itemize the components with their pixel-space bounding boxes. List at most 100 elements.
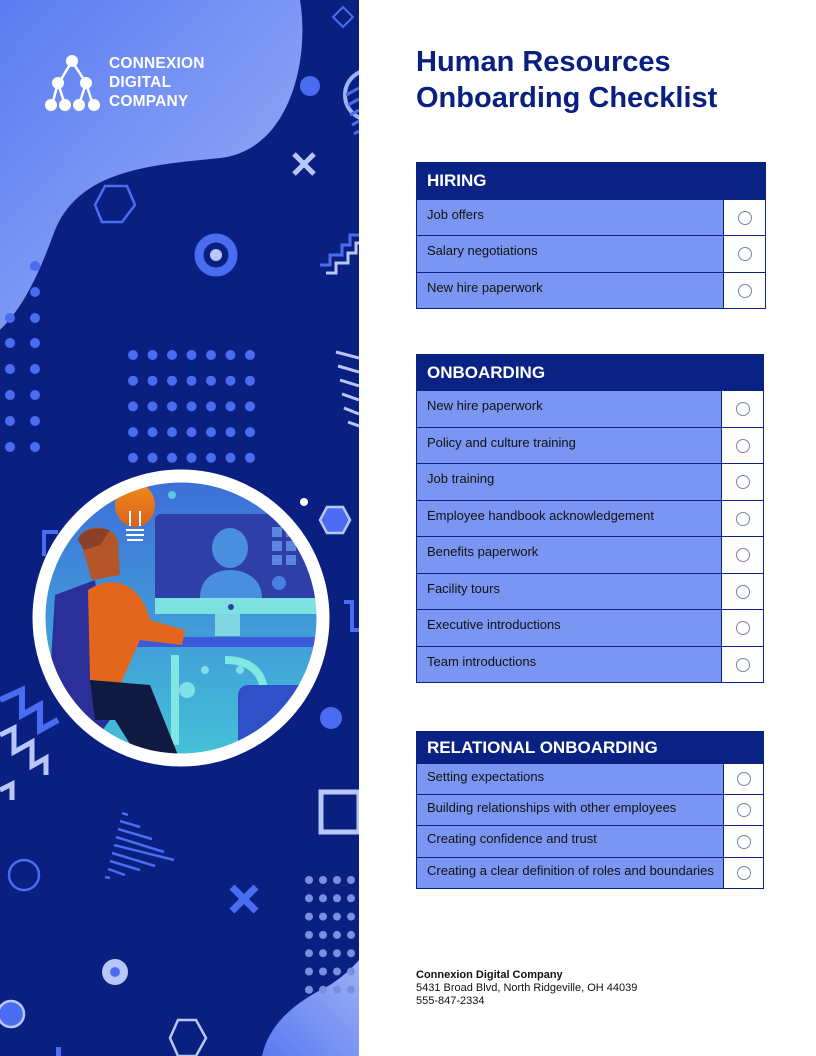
circle-checkbox-icon[interactable]	[735, 402, 750, 416]
item-label: Building relationships with other employ…	[417, 795, 724, 825]
section-heading: RELATIONAL ONBOARDING	[416, 731, 764, 764]
decor-dot	[319, 912, 327, 921]
item-label: Policy and culture training	[417, 428, 722, 463]
decor-dot	[305, 949, 313, 958]
decor-dot	[147, 375, 158, 386]
page-title: Human Resources Onboarding Checklist	[416, 44, 796, 116]
decor-dot	[333, 876, 341, 884]
circle-checkbox-icon[interactable]	[735, 657, 750, 672]
decor-dot	[167, 350, 177, 360]
checkbox[interactable]	[722, 537, 763, 573]
decor-dot	[245, 401, 255, 412]
decor-dot	[333, 949, 341, 958]
footer-contact: Connexion Digital Company 5431 Broad Blv…	[416, 969, 637, 1008]
circle-checkbox-icon[interactable]	[735, 438, 750, 453]
circle-checkbox-icon[interactable]	[737, 283, 752, 298]
x-shape	[292, 152, 316, 176]
decor-dot	[128, 427, 138, 438]
checkbox[interactable]	[722, 610, 763, 646]
decor-dot	[245, 452, 255, 463]
decor-dot	[186, 427, 197, 438]
footer-address: 5431 Broad Blvd, North Ridgeville, OH 44…	[416, 982, 638, 994]
item-label: Executive introductions	[417, 610, 722, 646]
decor-dot	[347, 894, 355, 903]
circle-checkbox-icon[interactable]	[736, 834, 751, 849]
checkbox[interactable]	[722, 391, 763, 427]
circle-checkbox-icon[interactable]	[735, 548, 750, 562]
item-label: Job offers	[417, 200, 724, 235]
circle-checkbox-icon[interactable]	[737, 247, 752, 261]
decor-dot	[347, 949, 355, 958]
decor-dot	[347, 985, 355, 994]
decor-dot	[225, 350, 236, 360]
checkbox[interactable]	[724, 795, 763, 825]
section-hiring: HIRING Job offers Salary negotiations Ne…	[416, 162, 766, 309]
checkbox[interactable]	[722, 574, 763, 609]
decor-dot	[206, 375, 216, 386]
checkbox[interactable]	[722, 428, 763, 463]
company-name-line: CONNEXION	[109, 55, 205, 72]
decor-dot	[147, 427, 158, 438]
circle-checkbox-icon[interactable]	[735, 584, 750, 599]
checklist-row: Policy and culture training	[416, 428, 764, 464]
checkbox[interactable]	[724, 236, 765, 272]
checkbox[interactable]	[724, 764, 763, 794]
decor-dot	[347, 967, 355, 976]
decor-dot	[245, 350, 255, 360]
decor-dot	[333, 894, 341, 903]
decor-dot	[206, 401, 216, 412]
decor-dot	[319, 985, 327, 994]
checklist-row: Job offers	[416, 200, 766, 236]
decor-dot	[319, 930, 327, 939]
circle-checkbox-icon[interactable]	[737, 210, 752, 225]
decor-dot	[319, 967, 327, 976]
decor-dot	[333, 912, 341, 921]
decor-dot	[305, 912, 313, 921]
checklist-row: Setting expectations	[416, 764, 764, 795]
decor-dot	[147, 401, 158, 412]
checklist-row: Building relationships with other employ…	[416, 795, 764, 826]
circle-checkbox-icon[interactable]	[736, 866, 751, 880]
checklist-row: Job training	[416, 464, 764, 501]
decor-dot	[333, 967, 341, 976]
checkbox[interactable]	[722, 464, 763, 500]
circle-checkbox-icon[interactable]	[736, 772, 751, 786]
org-tree-icon	[45, 55, 100, 111]
item-label: Creating confidence and trust	[417, 826, 724, 857]
decor-dot	[225, 401, 236, 412]
checkbox[interactable]	[724, 826, 763, 857]
title-line: Onboarding Checklist	[416, 82, 718, 114]
section-onboarding: ONBOARDING New hire paperwork Policy and…	[416, 354, 764, 683]
decor-dot	[167, 375, 177, 386]
circle-checkbox-icon[interactable]	[735, 621, 750, 635]
checkbox[interactable]	[724, 858, 763, 888]
decorative-shapes	[0, 0, 359, 1056]
circle-checkbox-icon[interactable]	[736, 803, 751, 817]
decor-dot	[347, 912, 355, 921]
decor-dot	[128, 452, 138, 463]
checklist-row: Team introductions	[416, 647, 764, 683]
checkbox[interactable]	[722, 647, 763, 682]
decor-dot	[167, 452, 177, 463]
decor-dot	[319, 949, 327, 958]
decor-dot	[245, 427, 255, 438]
decor-dot	[128, 375, 138, 386]
diamond-shape	[331, 5, 355, 29]
decor-dot	[147, 350, 158, 360]
checklist-row: Creating confidence and trust	[416, 826, 764, 858]
decor-dot	[333, 985, 341, 994]
circle-checkbox-icon[interactable]	[735, 475, 750, 489]
checkbox[interactable]	[724, 273, 765, 308]
footer-phone: 555-847-2334	[416, 995, 485, 1007]
decor-dot	[206, 452, 216, 463]
item-label: New hire paperwork	[417, 391, 722, 427]
decor-dot	[225, 375, 236, 386]
decor-dot	[333, 930, 341, 939]
decor-dot	[186, 452, 197, 463]
decor-dot	[128, 350, 138, 360]
decor-dot	[186, 375, 197, 386]
checkbox[interactable]	[724, 200, 765, 235]
checkbox[interactable]	[722, 501, 763, 536]
decor-dot	[186, 350, 197, 360]
circle-checkbox-icon[interactable]	[735, 511, 750, 526]
